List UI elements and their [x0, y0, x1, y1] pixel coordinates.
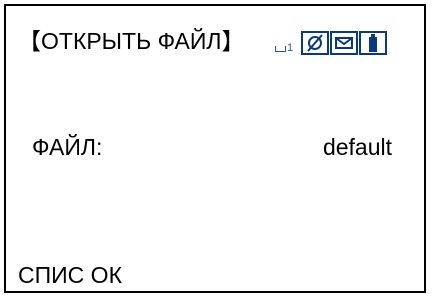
no-signal-icon: [301, 31, 329, 55]
input-mode-indicator: 1: [273, 35, 299, 55]
list-softkey[interactable]: СПИС ОК: [18, 260, 122, 290]
space-bracket-icon: [275, 46, 286, 52]
file-label: ФАЙЛ:: [32, 134, 103, 160]
status-bar: 1: [273, 27, 387, 55]
device-screen: 【ОТКРЫТЬ ФАЙЛ】 1 ФАЙЛ: default СПИС ОК: [4, 4, 426, 293]
input-mode-number: 1: [287, 42, 294, 54]
file-name-value: default: [322, 134, 392, 160]
battery-icon: [359, 31, 387, 55]
screen-title: 【ОТКРЫТЬ ФАЙЛ】: [18, 28, 245, 54]
mail-icon: [330, 31, 358, 55]
